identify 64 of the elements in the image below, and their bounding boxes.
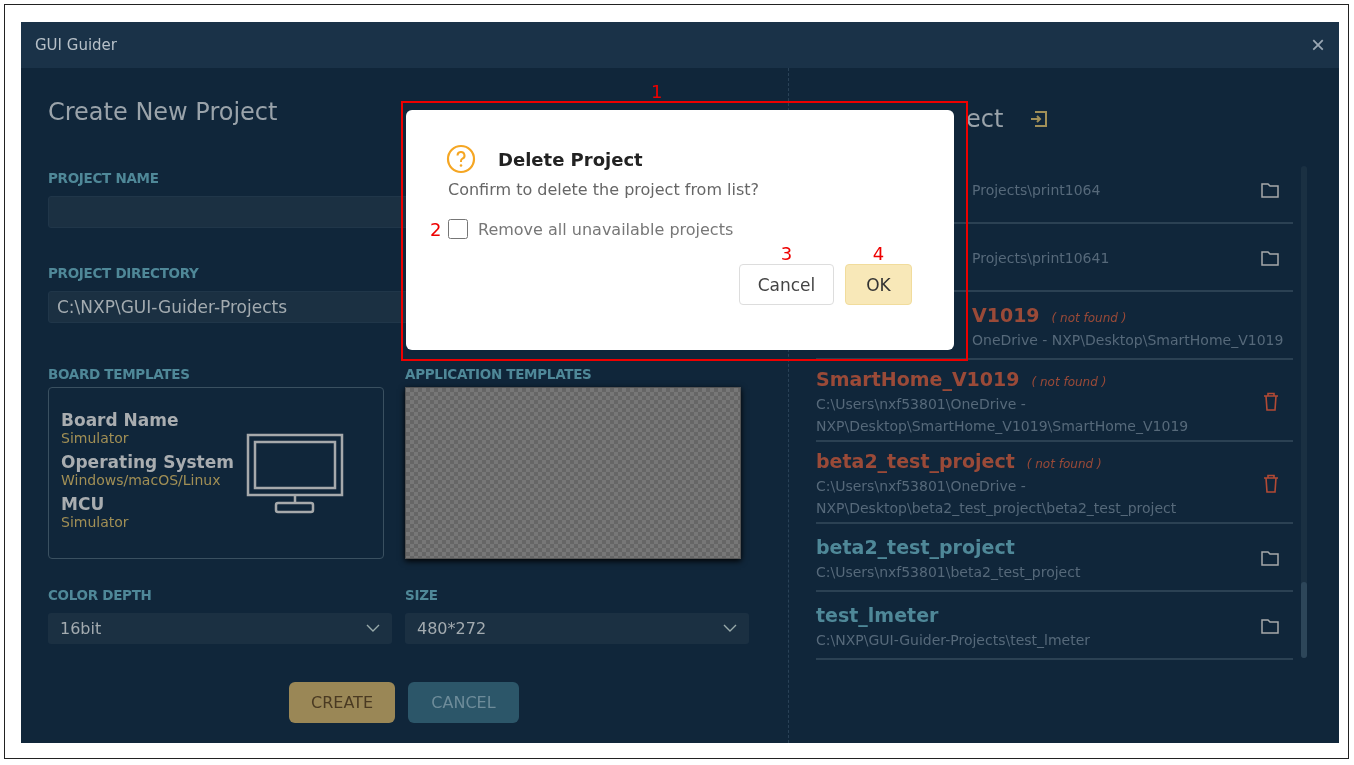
cancel-button[interactable]: Cancel	[739, 264, 834, 305]
annotation-number: 4	[872, 243, 885, 264]
cancel-button[interactable]: CANCEL	[408, 682, 519, 723]
project-path: NXP\Desktop\beta2_test_project\beta2_test_project	[816, 500, 1177, 516]
spec-label: MCU	[61, 494, 106, 514]
folder-icon[interactable]	[1261, 250, 1279, 266]
field-label: PROJECT NAME	[48, 170, 160, 186]
project-name: test_lmeter	[816, 604, 939, 626]
project-name: V1019	[972, 304, 1040, 326]
import-icon[interactable]	[1029, 109, 1050, 129]
spec-label: Board Name	[61, 410, 180, 430]
not-found-note: ( not found )	[1051, 311, 1127, 325]
spec-label: Operating System	[61, 452, 234, 472]
close-button[interactable]: ×	[1297, 31, 1339, 59]
checkbox-label: Remove all unavailable projects	[478, 219, 734, 239]
trash-icon[interactable]	[1263, 473, 1279, 493]
dialog-message: Confirm to delete the project from list?	[448, 180, 761, 199]
board-template-card[interactable]: Board Name Simulator Operating System Windows/macOS/Linux MCU Simulator	[48, 387, 384, 559]
field-label: SIZE	[405, 587, 439, 603]
folder-icon[interactable]	[1261, 618, 1279, 634]
size-select[interactable]: 480*272	[405, 613, 749, 644]
not-found-note: ( not found )	[1031, 375, 1107, 389]
color-depth-select[interactable]: 16bit	[48, 613, 392, 644]
annotation-number: 3	[780, 243, 793, 264]
create-button[interactable]: CREATE	[289, 682, 395, 723]
folder-icon[interactable]	[1261, 182, 1279, 198]
chevron-down-icon	[366, 624, 380, 633]
spec-value: Simulator	[61, 514, 130, 530]
project-name: beta2_test_project	[816, 450, 1015, 472]
annotation-number: 2	[430, 218, 442, 240]
project-path: C:\NXP\GUI-Guider-Projects\test_lmeter	[816, 632, 1091, 648]
spec-value: Windows/macOS/Linux	[61, 472, 222, 488]
project-path: C:\Users\nxf53801\OneDrive -	[816, 396, 1027, 412]
dialog-title: Delete Project	[498, 148, 643, 170]
field-label: BOARD TEMPLATES	[48, 366, 191, 382]
ok-button[interactable]: OK	[845, 264, 912, 305]
panel-title: Create New Project	[48, 98, 279, 126]
folder-icon[interactable]	[1261, 550, 1279, 566]
project-list-item[interactable]: beta2_test_project C:\Users\nxf53801\beta2_test_project	[816, 524, 1293, 592]
project-name: beta2_test_project	[816, 536, 1015, 558]
project-path: Projects\print10641	[972, 250, 1110, 266]
window-title: GUI Guider	[35, 36, 117, 54]
project-name: SmartHome_V1019	[816, 368, 1020, 390]
field-label: APPLICATION TEMPLATES	[405, 366, 593, 382]
checkbox[interactable]	[448, 219, 468, 239]
project-path: NXP\Desktop\SmartHome_V1019\SmartHome_V1019	[816, 418, 1189, 434]
project-list-item[interactable]: beta2_test_project ( not found ) C:\Users\nxf53801\OneDrive - NXP\Desktop\beta2_test_project\beta2_test_project	[816, 442, 1293, 524]
monitor-icon	[245, 433, 344, 515]
project-path: OneDrive - NXP\Desktop\SmartHome_V1019	[972, 332, 1284, 348]
project-list-item[interactable]: SmartHome_V1019 ( not found ) C:\Users\nxf53801\OneDrive - NXP\Desktop\SmartHome_V1019\SmartHome_V1019	[816, 360, 1293, 442]
scrollbar[interactable]	[1301, 166, 1307, 658]
spec-value: Simulator	[61, 430, 130, 446]
project-path: C:\Users\nxf53801\OneDrive -	[816, 478, 1027, 494]
project-path: C:\Users\nxf53801\beta2_test_project	[816, 564, 1081, 580]
field-label: PROJECT DIRECTORY	[48, 265, 200, 281]
trash-icon[interactable]	[1263, 391, 1279, 411]
not-found-note: ( not found )	[1026, 457, 1102, 471]
project-list-item[interactable]: test_lmeter C:\NXP\GUI-Guider-Projects\test_lmeter	[816, 592, 1293, 660]
field-label: COLOR DEPTH	[48, 587, 153, 603]
chevron-down-icon	[723, 624, 737, 633]
project-path: Projects\print1064	[972, 182, 1101, 198]
question-icon	[446, 144, 476, 174]
annotation-number: 1	[651, 81, 663, 102]
panel-title: ect	[966, 105, 1004, 133]
